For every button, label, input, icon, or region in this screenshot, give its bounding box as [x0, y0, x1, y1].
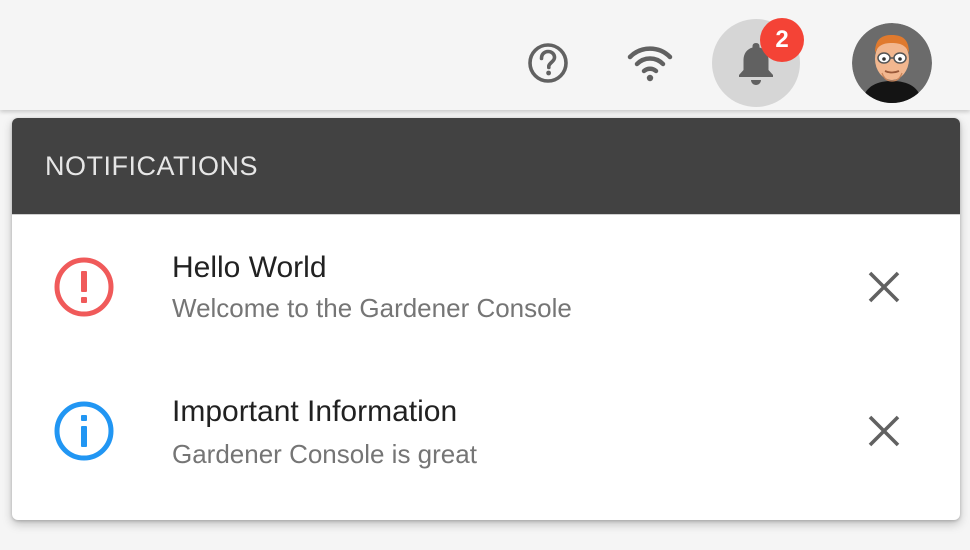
close-icon — [868, 415, 900, 447]
close-icon — [868, 271, 900, 303]
help-circle-icon — [528, 43, 568, 83]
alert-circle-icon — [54, 257, 114, 317]
notification-title: Important Information — [172, 395, 458, 428]
avatar-image — [852, 23, 932, 103]
notification-subtitle: Gardener Console is great — [172, 439, 477, 469]
wifi-icon — [627, 46, 673, 82]
notification-item[interactable]: Hello World Welcome to the Gardener Cons… — [12, 215, 960, 359]
notifications-menu: NOTIFICATIONS Hello World Welcome to the… — [12, 118, 960, 520]
help-button[interactable] — [520, 35, 576, 91]
notifications-header: NOTIFICATIONS — [12, 118, 960, 214]
info-circle-icon — [54, 401, 114, 461]
notification-title: Hello World — [172, 251, 327, 284]
top-toolbar: 2 — [0, 0, 970, 110]
notification-count-badge: 2 — [760, 18, 804, 62]
notification-subtitle: Welcome to the Gardener Console — [172, 293, 572, 323]
dismiss-button[interactable] — [860, 263, 908, 311]
avatar[interactable] — [852, 23, 932, 103]
wifi-button[interactable] — [622, 35, 678, 91]
notification-item[interactable]: Important Information Gardener Console i… — [12, 359, 960, 503]
dismiss-button[interactable] — [860, 407, 908, 455]
